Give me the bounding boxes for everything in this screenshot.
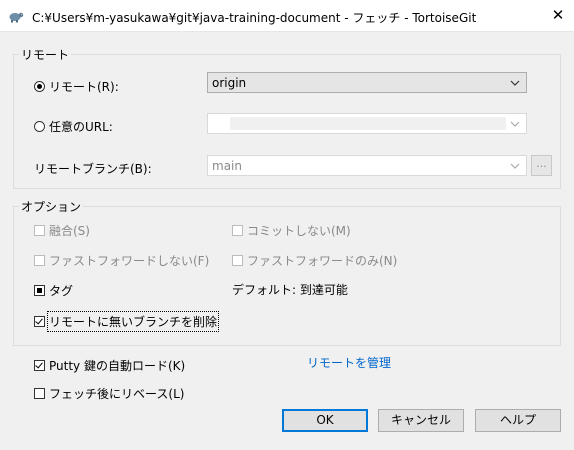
close-icon[interactable]: ✕ <box>548 5 568 25</box>
ff-only-checkbox-label: ファストフォワードのみ(N) <box>247 254 398 268</box>
remote-radio[interactable]: リモート(R): <box>34 78 119 95</box>
remote-group-label: リモート <box>19 46 72 63</box>
no-commit-checkbox-box[interactable] <box>232 225 243 236</box>
chevron-down-icon <box>510 163 520 169</box>
merge-checkbox-box[interactable] <box>34 225 45 236</box>
no-ff-checkbox-label: ファストフォワードしない(F) <box>49 254 210 268</box>
no-commit-checkbox-label: コミットしない(M) <box>247 224 351 238</box>
tags-checkbox[interactable]: タグ <box>34 282 73 299</box>
url-combo[interactable] <box>207 113 527 134</box>
remote-branch-value: main <box>212 159 242 173</box>
putty-key-checkbox-label: Putty 鍵の自動ロード(K) <box>49 359 186 373</box>
chevron-down-icon <box>510 80 520 86</box>
no-ff-checkbox[interactable]: ファストフォワードしない(F) <box>34 252 209 269</box>
help-button[interactable]: ヘルプ <box>475 409 561 432</box>
remote-radio-indicator[interactable] <box>34 81 45 92</box>
rebase-after-checkbox-label: フェッチ後にリベース(L) <box>49 387 185 401</box>
merge-checkbox[interactable]: 融合(S) <box>34 222 90 239</box>
remote-branch-combo[interactable]: main <box>207 155 527 176</box>
tags-checkbox-label: タグ <box>49 284 74 298</box>
no-commit-checkbox[interactable]: コミットしない(M) <box>232 222 351 239</box>
url-radio[interactable]: 任意のURL: <box>34 118 113 135</box>
chevron-down-icon <box>510 121 520 127</box>
url-radio-label: 任意のURL: <box>49 120 113 134</box>
prune-checkbox-box[interactable] <box>34 316 45 327</box>
url-radio-indicator[interactable] <box>34 121 45 132</box>
url-combo-field <box>230 117 506 130</box>
ff-only-checkbox[interactable]: ファストフォワードのみ(N) <box>232 252 397 269</box>
browse-branch-button[interactable]: ... <box>531 155 552 176</box>
options-group-label: オプション <box>19 198 84 215</box>
putty-key-checkbox[interactable]: Putty 鍵の自動ロード(K) <box>34 357 185 374</box>
title-bar: C:¥Users¥m-yasukawa¥git¥java-training-do… <box>0 0 574 32</box>
putty-key-checkbox-box[interactable] <box>34 360 45 371</box>
remote-select[interactable]: origin <box>207 72 527 93</box>
manage-remotes-link[interactable]: リモートを管理 <box>307 354 391 371</box>
ff-only-checkbox-box[interactable] <box>232 255 243 266</box>
tags-default-text: デフォルト: 到達可能 <box>232 283 348 297</box>
cancel-button[interactable]: キャンセル <box>378 409 464 432</box>
remote-branch-label: リモートブランチ(B): <box>34 162 152 176</box>
remote-select-value: origin <box>212 76 247 90</box>
ok-button[interactable]: OK <box>282 409 368 432</box>
prune-checkbox-label: リモートに無いブランチを削除 <box>46 311 220 332</box>
no-ff-checkbox-box[interactable] <box>34 255 45 266</box>
merge-checkbox-label: 融合(S) <box>49 224 90 238</box>
remote-radio-label: リモート(R): <box>49 80 119 94</box>
tortoisegit-icon <box>9 12 24 23</box>
prune-checkbox[interactable]: リモートに無いブランチを削除 <box>34 311 220 332</box>
rebase-after-checkbox-box[interactable] <box>34 388 45 399</box>
window-title: C:¥Users¥m-yasukawa¥git¥java-training-do… <box>32 11 477 25</box>
rebase-after-checkbox[interactable]: フェッチ後にリベース(L) <box>34 385 184 402</box>
tags-checkbox-box[interactable] <box>34 285 45 296</box>
